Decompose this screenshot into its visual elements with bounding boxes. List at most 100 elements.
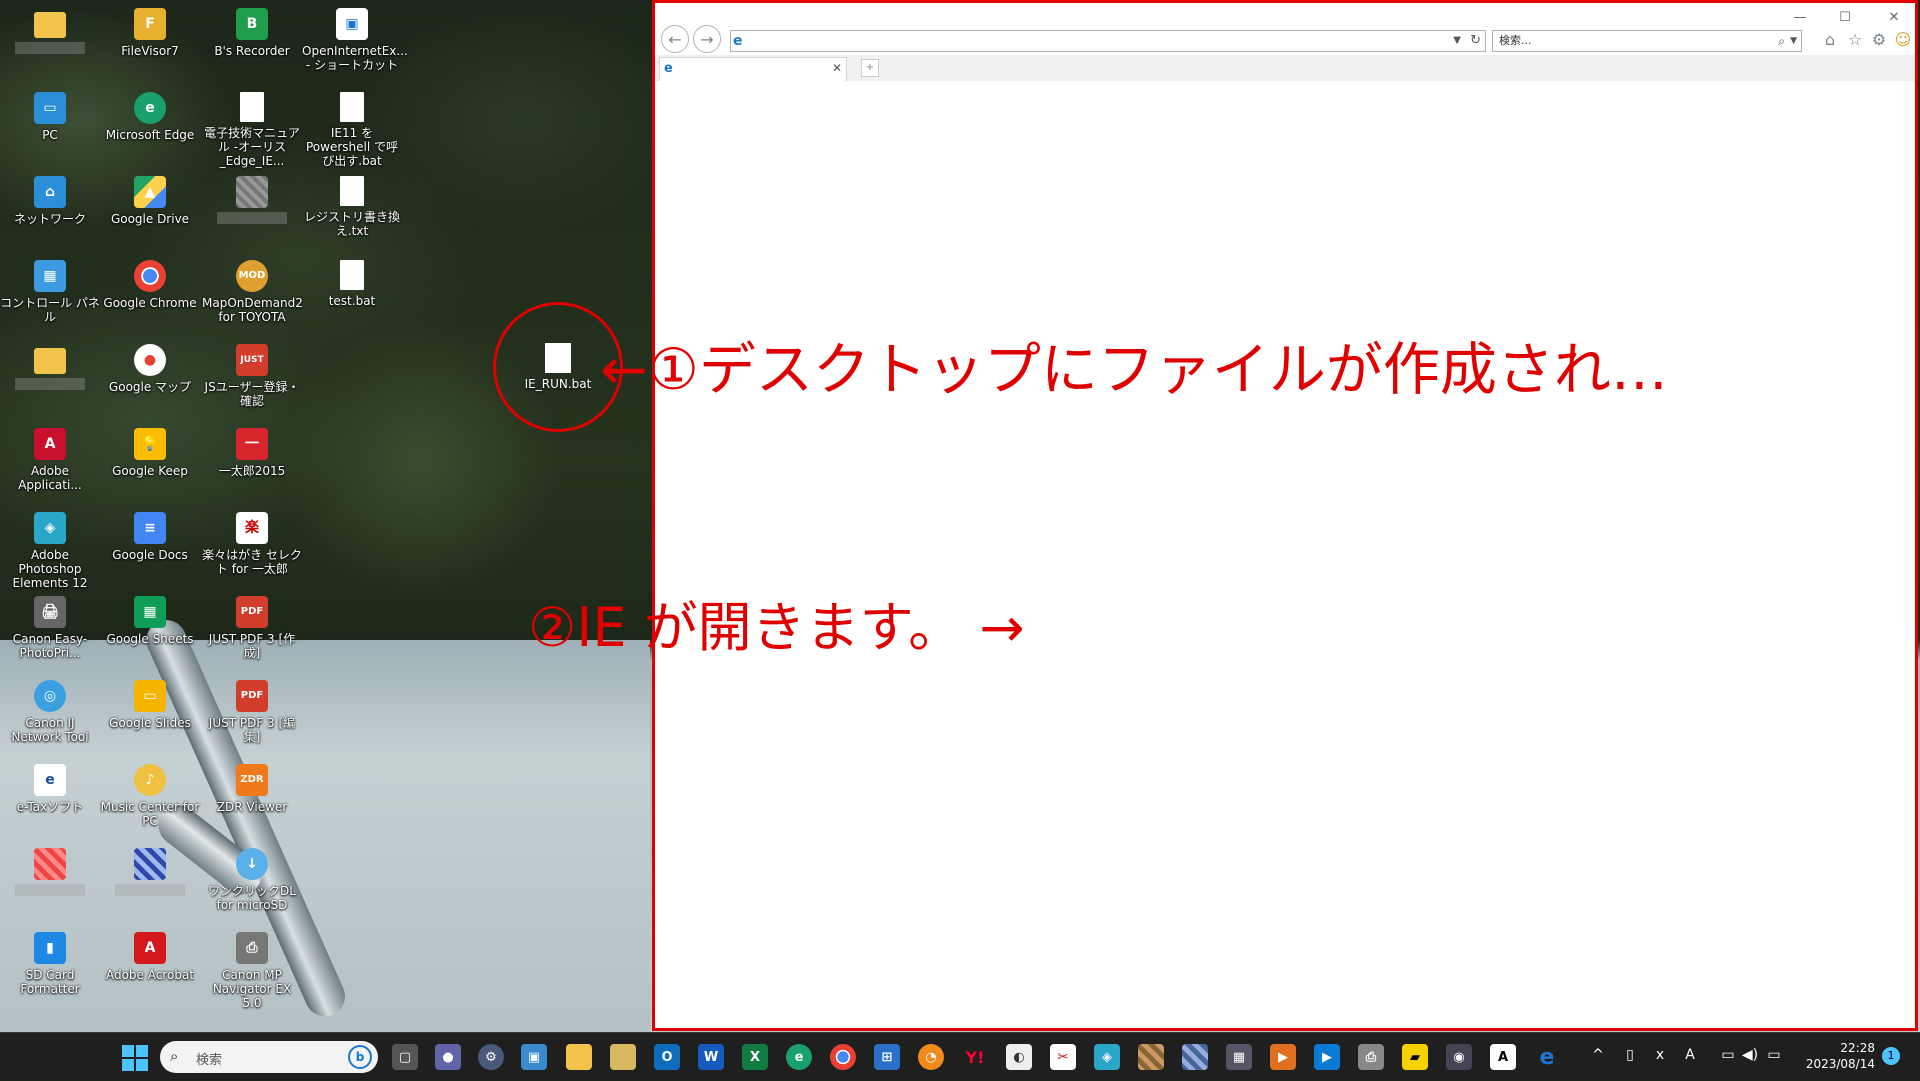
search-dropdown-icon[interactable]: ▼ — [1790, 31, 1797, 51]
desktop-icon[interactable]: PDF JUST PDF 3 [編集] — [202, 680, 302, 744]
network-icon[interactable]: ▭ — [1718, 1047, 1738, 1063]
sticky-notes-icon[interactable]: ▰ — [1402, 1044, 1428, 1070]
close-window-button[interactable]: ✕ — [1879, 7, 1909, 29]
home-icon[interactable]: ⌂ — [1820, 30, 1840, 50]
new-tab-button[interactable]: + — [861, 59, 879, 77]
chevron-up-icon[interactable]: ^ — [1588, 1047, 1608, 1063]
bing-icon[interactable]: b — [348, 1045, 372, 1069]
volume-icon[interactable]: ◀) — [1740, 1047, 1760, 1063]
gear-icon[interactable]: ⚙ — [1869, 30, 1889, 50]
desktop-icon[interactable]: ▭ Google Slides — [100, 680, 200, 730]
camera-icon[interactable]: ◉ — [1446, 1044, 1472, 1070]
desktop-icon[interactable] — [0, 8, 100, 54]
desktop-icon[interactable]: 🖨 Canon Easy-PhotoPri... — [0, 596, 100, 660]
search-input[interactable]: 検索... ⌕ ▼ — [1492, 30, 1802, 52]
desktop-icon[interactable]: ▲ Google Drive — [100, 176, 200, 226]
desktop-icon[interactable]: IE11 を Powershell で呼び出す.bat — [302, 92, 402, 168]
desktop-icon[interactable]: ▦ コントロール パネル — [0, 260, 100, 324]
desktop-icon[interactable] — [0, 344, 100, 390]
desktop-icon[interactable]: F FileVisor7 — [100, 8, 200, 58]
smiley-feedback-icon[interactable]: ☺ — [1893, 30, 1913, 50]
app-orange-icon[interactable]: ◔ — [918, 1044, 944, 1070]
desktop-icon[interactable]: e e-Taxソフト — [0, 764, 100, 814]
store-icon[interactable]: ⊞ — [874, 1044, 900, 1070]
word-icon[interactable]: W — [698, 1044, 724, 1070]
media-player-icon[interactable]: ▶ — [1314, 1044, 1340, 1070]
settings-icon[interactable]: ⚙ — [478, 1044, 504, 1070]
notification-badge[interactable]: 1 — [1882, 1047, 1900, 1065]
desktop-icon[interactable] — [202, 176, 302, 224]
desktop-icon[interactable]: レジストリ書き換え.txt — [302, 176, 402, 238]
internet-explorer-icon[interactable]: e — [1534, 1044, 1560, 1070]
desktop-icon[interactable]: ▣ OpenInternetEx... - ショートカット — [302, 8, 408, 72]
desktop-icon[interactable]: B B's Recorder — [202, 8, 302, 58]
teams-chat-icon[interactable]: ● — [435, 1044, 461, 1070]
desktop-icon[interactable]: ♪ Music Center for PC — [100, 764, 200, 828]
forward-button[interactable]: → — [693, 25, 721, 53]
usb-icon[interactable]: ▯ — [1620, 1047, 1640, 1063]
calculator-icon[interactable]: ▦ — [1226, 1044, 1252, 1070]
yahoo-icon[interactable]: Y! — [962, 1044, 988, 1070]
back-button[interactable]: ← — [661, 25, 689, 53]
desktop-icon[interactable]: 電子技術マニュアル -オーリス_Edge_IE... — [202, 92, 302, 168]
desktop-icon[interactable]: test.bat — [302, 260, 402, 308]
edge-icon: e — [134, 92, 166, 124]
address-dropdown-icon[interactable]: ▼ — [1453, 33, 1461, 49]
adobe-tray-icon[interactable]: A — [1680, 1047, 1700, 1063]
refresh-icon[interactable]: ↻ — [1470, 32, 1481, 50]
desktop-icon[interactable] — [100, 848, 200, 896]
desktop-icon[interactable]: 💡 Google Keep — [100, 428, 200, 478]
desktop-icon[interactable]: ≡ Google Docs — [100, 512, 200, 562]
app-gray-icon[interactable]: ◐ — [1006, 1044, 1032, 1070]
desktop-icon[interactable]: JUST JSユーザー登録・確認 — [202, 344, 302, 408]
favorites-star-icon[interactable]: ☆ — [1845, 30, 1865, 50]
tab-blank[interactable]: e ✕ — [659, 57, 847, 81]
desktop-icon[interactable]: Google Chrome — [100, 260, 200, 310]
desktop-icon[interactable]: MOD MapOnDemand2 for TOYOTA — [202, 260, 303, 324]
battery-icon[interactable]: ▭ — [1764, 1047, 1784, 1063]
desktop-icon[interactable]: A Adobe Applicati... — [0, 428, 100, 492]
desktop-icon[interactable] — [0, 848, 100, 896]
chrome-icon[interactable] — [830, 1044, 856, 1070]
edge-icon[interactable]: e — [786, 1044, 812, 1070]
desktop-icon[interactable]: ▦ Google Sheets — [100, 596, 200, 646]
desktop-icon[interactable]: ⎙ Canon MP Navigator EX 5.0 — [202, 932, 302, 1010]
desktop-icon[interactable]: PDF JUST PDF 3 [作成] — [202, 596, 302, 660]
desktop-icon[interactable]: ↓ ワンクリックDL for microSD — [202, 848, 302, 912]
desktop-icon[interactable]: A Adobe Acrobat — [100, 932, 200, 982]
desktop-icon[interactable]: ● Google マップ — [100, 344, 200, 394]
desktop-icon[interactable]: 楽楽々はがき セレクト for 一太郎 — [202, 512, 302, 576]
address-bar[interactable]: e ▼ ↻ — [730, 30, 1486, 52]
video-icon[interactable]: ▶ — [1270, 1044, 1296, 1070]
snipping-icon[interactable]: ✂ — [1050, 1044, 1076, 1070]
excel-icon[interactable]: X — [742, 1044, 768, 1070]
search-icon[interactable]: ⌕ — [1778, 31, 1785, 51]
music-center-icon: ♪ — [134, 764, 166, 796]
internet-explorer-window[interactable]: — ☐ ✕ ← → e ▼ ↻ 検索... ⌕ ▼ ⌂ ☆ ⚙ ☺ e ✕ + — [652, 0, 1918, 1031]
desktop-icon[interactable]: e Microsoft Edge — [100, 92, 200, 142]
desktop-icon[interactable]: ◈ Adobe Photoshop Elements 12 — [0, 512, 100, 590]
desktop-icon[interactable]: 一一太郎2015 — [202, 428, 302, 478]
clock[interactable]: 22:28 2023/08/14 — [1805, 1040, 1875, 1072]
task-view-icon[interactable]: ▢ — [392, 1044, 418, 1070]
file-explorer-icon[interactable] — [566, 1044, 592, 1070]
desktop-icon[interactable]: ▭ PC — [0, 92, 100, 142]
desktop-icon[interactable]: ▮ SD Card Formatter — [0, 932, 100, 996]
desktop-icon[interactable]: ◎ Canon IJ Network Tool — [0, 680, 100, 744]
minimize-button[interactable]: — — [1785, 7, 1815, 29]
outlook-icon[interactable]: O — [654, 1044, 680, 1070]
app-pixel-2-icon[interactable] — [1182, 1044, 1208, 1070]
canon-icon[interactable]: ⎙ — [1358, 1044, 1384, 1070]
desktop-icon[interactable]: ZDR ZDR Viewer — [202, 764, 302, 814]
file-explorer-2-icon[interactable] — [610, 1044, 636, 1070]
app-pixel-icon[interactable] — [1138, 1044, 1164, 1070]
acrobat-icon[interactable]: A — [1490, 1044, 1516, 1070]
photos-icon[interactable]: ▣ — [521, 1044, 547, 1070]
desktop-icon[interactable]: ⌂ ネットワーク — [0, 176, 100, 226]
adobe-icon[interactable]: ◈ — [1094, 1044, 1120, 1070]
ime-icon[interactable]: ⅹ — [1650, 1047, 1670, 1063]
close-tab-icon[interactable]: ✕ — [832, 61, 842, 75]
taskbar-search-box[interactable]: ⌕ 検索 b — [160, 1041, 378, 1073]
start-button[interactable] — [122, 1045, 148, 1071]
maximize-button[interactable]: ☐ — [1830, 7, 1860, 29]
